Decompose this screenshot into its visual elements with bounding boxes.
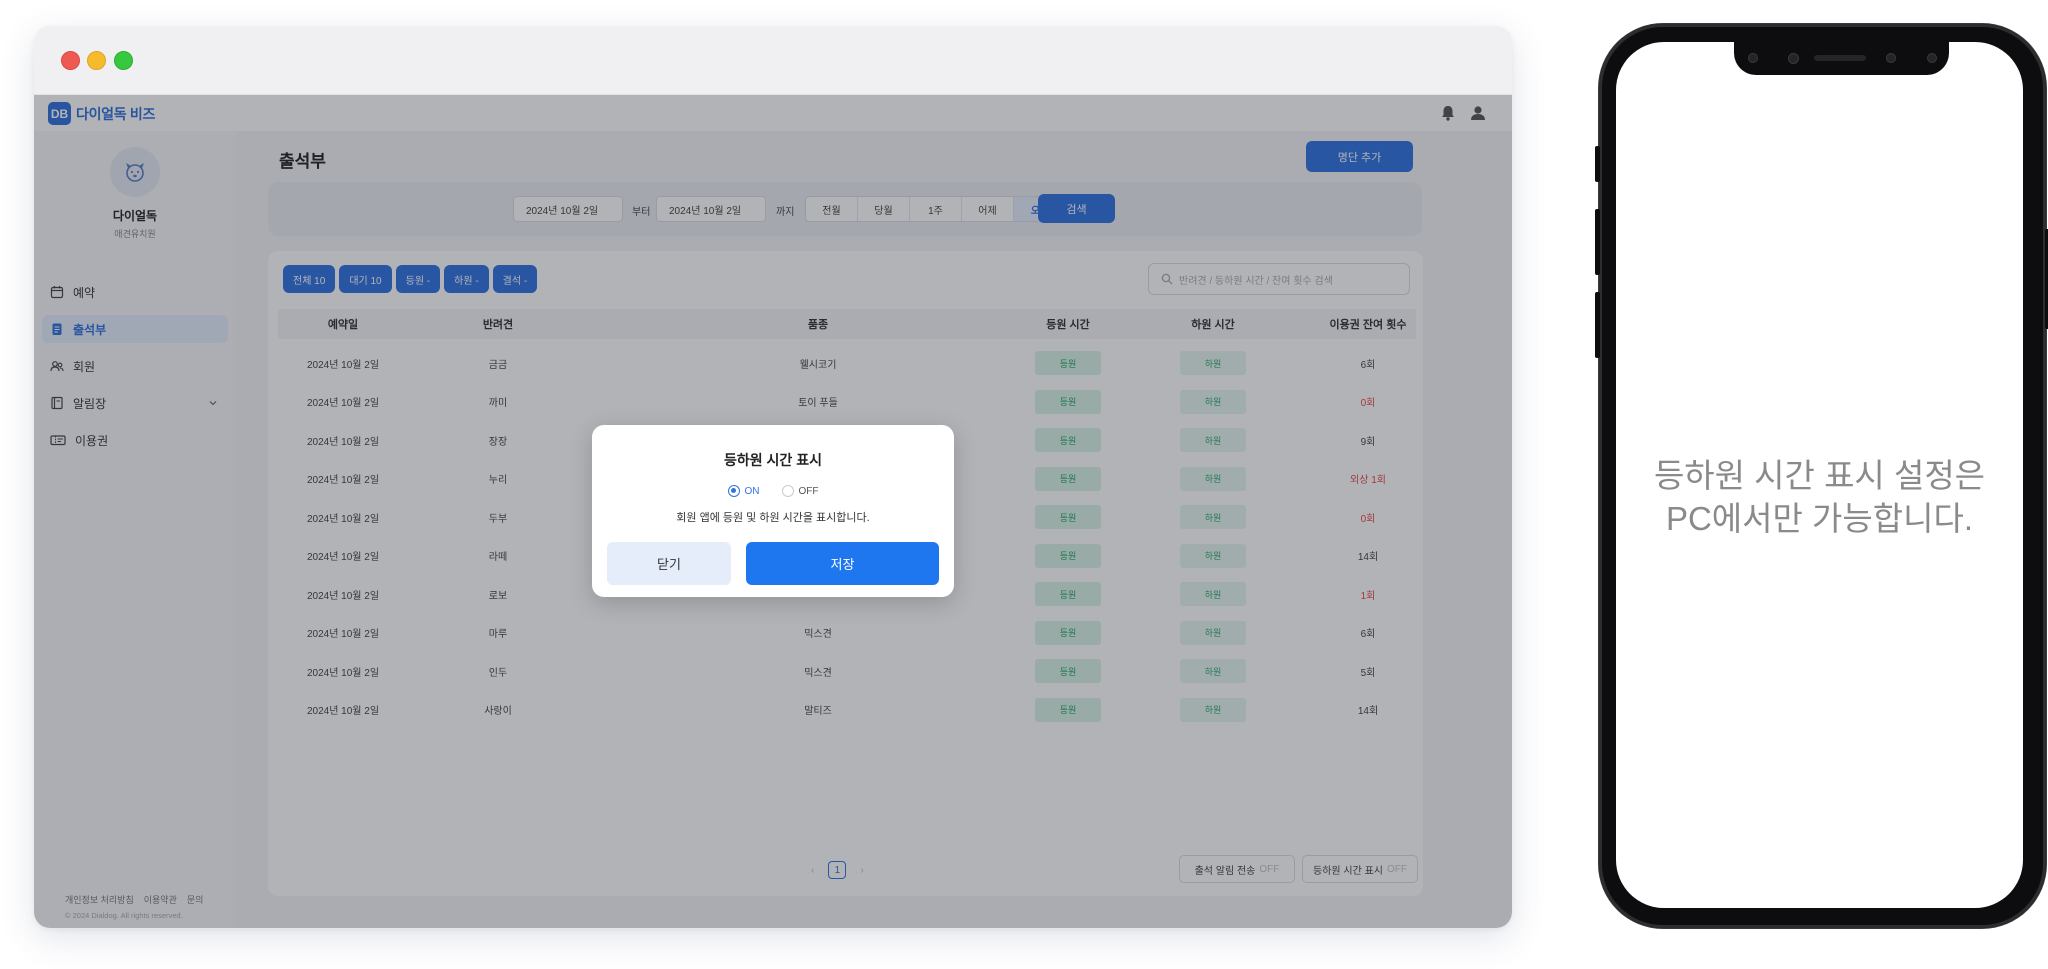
modal-description: 회원 앱에 등원 및 하원 시간을 표시합니다. xyxy=(676,512,870,524)
phone-mute-switch xyxy=(1595,146,1600,182)
save-button[interactable]: 저장 xyxy=(746,542,939,585)
radio-unselected-icon xyxy=(781,485,794,497)
radio-off-label: OFF xyxy=(798,485,819,497)
phone-screen: 등하원 시간 표시 설정은 PC에서만 가능합니다. xyxy=(1616,42,2023,908)
speaker-grille xyxy=(1814,55,1866,61)
sensor-icon xyxy=(1927,53,1937,63)
sensor-icon xyxy=(1748,53,1758,63)
radio-on-label: ON xyxy=(744,485,760,497)
radio-off[interactable]: OFF xyxy=(781,485,819,497)
phone-volume-up xyxy=(1595,209,1600,275)
phone-notch xyxy=(1734,42,1949,75)
sensor-icon xyxy=(1886,53,1896,63)
close-button[interactable]: 닫기 xyxy=(607,542,731,585)
radio-on[interactable]: ON xyxy=(727,485,760,497)
on-off-radio-group: ON OFF xyxy=(592,485,954,497)
phone-mockup: 등하원 시간 표시 설정은 PC에서만 가능합니다. xyxy=(1595,24,2048,928)
window-titlebar xyxy=(34,26,1512,95)
time-display-modal: 등하원 시간 표시 ON OFF 회원 앱에 등원 및 하원 시간을 표시합니다… xyxy=(592,425,954,597)
modal-title: 등하원 시간 표시 xyxy=(724,452,822,468)
close-window-button[interactable] xyxy=(61,51,80,70)
minimize-window-button[interactable] xyxy=(87,51,106,70)
browser-window: DB 다이얼독 비즈 다이얼독 애견유치원 예약 출석부 회원 알림장 이용권 … xyxy=(34,26,1512,928)
phone-message: 등하원 시간 표시 설정은 PC에서만 가능합니다. xyxy=(1653,457,1986,537)
phone-volume-down xyxy=(1595,292,1600,358)
front-camera-icon xyxy=(1788,53,1799,64)
maximize-window-button[interactable] xyxy=(114,51,133,70)
radio-selected-icon xyxy=(727,485,740,497)
